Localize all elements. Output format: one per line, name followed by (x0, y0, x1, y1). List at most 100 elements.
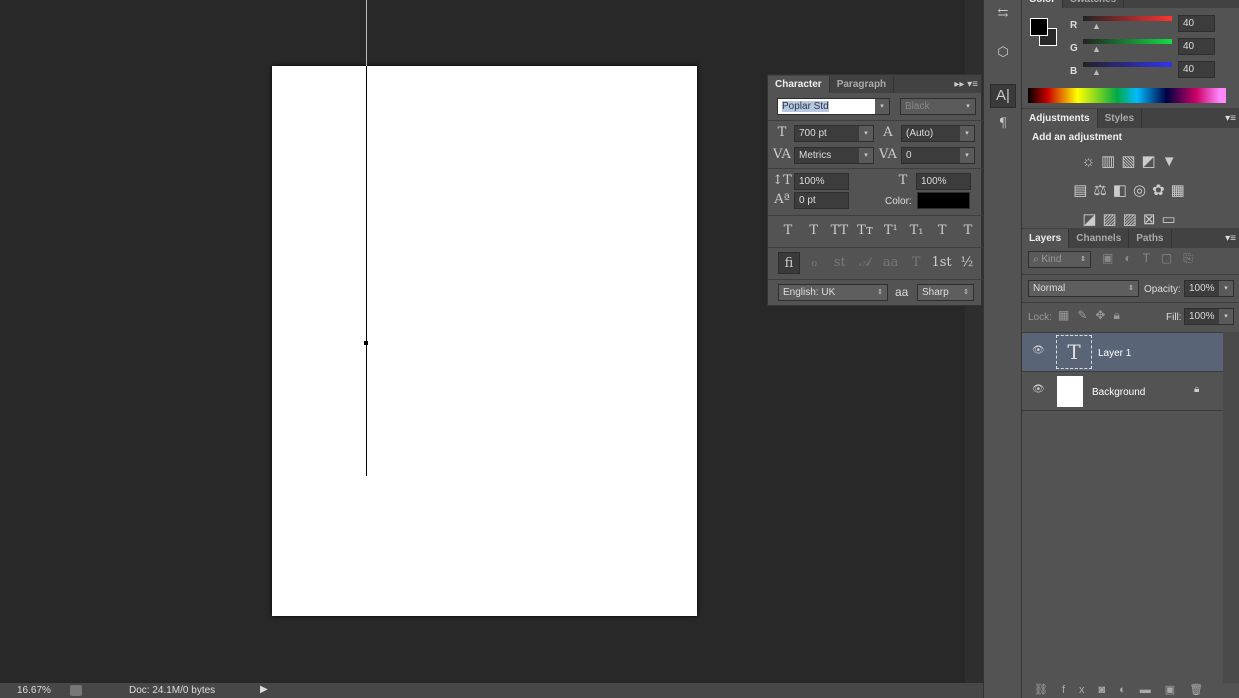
character-panel: Character Paragraph ▸▸ ▾≡ Poplar Std ▾ Bla… (767, 74, 983, 306)
adjustment-icons: ☼▥▧◩▼ ▤⚖◧◎✿▦ ◪▨▨⊠▭ (1073, 153, 1191, 228)
layer-name: Layer 1 (1098, 348, 1132, 359)
background-layer-thumbnail (1057, 376, 1083, 407)
vertical-scale-icon: ↕T (772, 173, 792, 188)
channel-label: R (1070, 20, 1078, 31)
channel-label: B (1070, 66, 1078, 77)
panel-menu-icon[interactable]: ▾≡ (1225, 229, 1236, 248)
font-family-field[interactable]: Poplar Std ▾ (777, 98, 890, 115)
tab-styles[interactable]: Styles (1098, 109, 1143, 128)
baseline-shift-field[interactable]: 0 pt (794, 192, 849, 209)
layer-row[interactable]: 👁︎ Background 🔒︎ (1022, 372, 1223, 411)
visibility-eye-icon[interactable]: 👁︎ (1032, 345, 1045, 356)
leading-field[interactable]: (Auto) ▾ (901, 125, 975, 142)
type-style-button[interactable]: T¹ (881, 223, 901, 238)
opentype-buttons: ﬁ ℴ st 𝒜aa T 1st ½ (778, 252, 978, 274)
opentype-button[interactable]: aa (880, 252, 902, 274)
opacity-field[interactable]: 100% ▾ (1184, 280, 1234, 297)
layer-row[interactable]: 👁︎ T Layer 1 (1022, 333, 1223, 372)
tracking-icon: VA (879, 147, 897, 162)
type-style-button[interactable]: T (804, 223, 824, 238)
panel-menu-icon[interactable]: ▾≡ (1225, 109, 1236, 128)
opentype-button[interactable]: ﬁ (778, 252, 800, 274)
foreground-color-swatch[interactable] (1030, 18, 1048, 36)
tab-swatches[interactable]: Swatches (1063, 0, 1125, 8)
opacity-label: Opacity: (1144, 284, 1181, 295)
color-spectrum[interactable] (1028, 88, 1226, 103)
opentype-button[interactable]: st (829, 252, 851, 274)
type-style-button[interactable]: T (958, 223, 978, 238)
lock-icon: 🔒︎ (1194, 384, 1200, 395)
kerning-field[interactable]: Metrics ▾ (794, 147, 874, 164)
tab-channels[interactable]: Channels (1069, 229, 1130, 248)
layers-footer-buttons[interactable]: ⛓fx◙◐▬▣🗑︎ (1022, 683, 1239, 698)
text-cursor (366, 66, 367, 476)
horizontal-scale-icon: T (898, 173, 908, 188)
doc-size: Doc: 24.1M/0 bytes (129, 685, 216, 696)
color-label: Color: (885, 196, 912, 207)
visibility-eye-icon[interactable]: 👁︎ (1032, 384, 1045, 395)
opentype-button[interactable]: ℴ (803, 252, 825, 274)
history-icon[interactable]: ⇆ (993, 6, 1013, 21)
status-bar: 16.67% Doc: 24.1M/0 bytes ▶ (0, 683, 1022, 698)
opentype-button[interactable]: ½ (956, 252, 978, 274)
text-cursor-guide (366, 0, 367, 66)
paragraph-icon[interactable]: ¶ (993, 116, 1013, 131)
type-style-button[interactable]: T (932, 223, 952, 238)
lock-icons[interactable]: ▦✎✥🔒︎ (1058, 308, 1128, 323)
kerning-icon: VA (773, 147, 791, 162)
channel-value-field[interactable]: 40 (1178, 15, 1215, 32)
tab-color[interactable]: Color (1022, 0, 1064, 8)
font-style-field[interactable]: Black ▾ (900, 98, 976, 115)
tracking-field[interactable]: 0 ▾ (901, 147, 975, 164)
vertical-scale-field[interactable]: 100% (794, 173, 849, 190)
adjustments-heading: Add an adjustment (1032, 132, 1123, 143)
font-size-field[interactable]: 700 pt ▾ (794, 125, 874, 142)
language-select[interactable]: English: UK ⇕ (778, 284, 888, 301)
fill-field[interactable]: 100% ▾ (1184, 308, 1234, 325)
type-style-button[interactable]: Tт (855, 223, 875, 238)
antialias-icon: aa (895, 285, 909, 299)
lock-label: Lock: (1028, 312, 1052, 323)
leading-icon: A (883, 125, 893, 140)
blend-mode-select[interactable]: Normal ⇕ (1028, 280, 1139, 297)
baseline-shift-icon: Aª (774, 192, 790, 207)
channel-value-field[interactable]: 40 (1178, 61, 1215, 78)
opentype-button[interactable]: 𝒜 (854, 252, 876, 274)
status-menu-arrow-icon[interactable]: ▶ (260, 684, 268, 695)
type-style-buttons: T T TT Tт T¹ T₁ T T (778, 223, 978, 238)
character-panel-button[interactable]: A| (990, 84, 1016, 108)
tab-layers[interactable]: Layers (1022, 229, 1070, 248)
slider-thumb[interactable]: ▲ (1092, 44, 1101, 54)
type-style-button[interactable]: T (778, 223, 798, 238)
filter-icons[interactable]: ▣◐T▢⎘ (1102, 251, 1204, 266)
tab-paragraph[interactable]: Paragraph (830, 76, 895, 93)
fill-label: Fill: (1166, 312, 1182, 323)
panel-dock: ⇆ ⬡ A| ¶ (983, 0, 1022, 698)
layers-scrollbar[interactable] (1223, 332, 1239, 683)
layer-filter-select[interactable]: ⌕ Kind ⇕ (1028, 251, 1091, 268)
panel-menu-icon[interactable]: ▸▸ ▾≡ (954, 76, 978, 93)
properties-3d-icon[interactable]: ⬡ (993, 45, 1013, 60)
font-size-icon: T (777, 125, 787, 140)
antialias-select[interactable]: Sharp ⇕ (917, 284, 974, 301)
right-panel-column: ColorSwatches R ▲ 40 G ▲ 40 B ▲ 40 Adjustm… (1022, 0, 1239, 698)
tab-paths[interactable]: Paths (1129, 229, 1172, 248)
tab-character[interactable]: Character (768, 76, 830, 93)
channel-value-field[interactable]: 40 (1178, 38, 1215, 55)
tab-adjustments[interactable]: Adjustments (1022, 109, 1098, 128)
type-style-button[interactable]: T₁ (907, 223, 927, 238)
text-color-swatch[interactable] (917, 192, 970, 209)
opentype-button[interactable]: T (905, 252, 927, 274)
layer-list: 👁︎ T Layer 1 👁︎ Background 🔒︎ (1022, 332, 1223, 683)
text-anchor (364, 341, 368, 345)
slider-thumb[interactable]: ▲ (1092, 67, 1101, 77)
zoom-level[interactable]: 16.67% (17, 685, 51, 696)
slider-thumb[interactable]: ▲ (1092, 21, 1101, 31)
layer-name: Background (1092, 387, 1146, 398)
opentype-button[interactable]: 1st (931, 252, 953, 274)
text-layer-thumbnail: T (1056, 335, 1092, 369)
status-icon[interactable] (70, 685, 82, 696)
type-style-button[interactable]: TT (829, 223, 849, 238)
horizontal-scale-field[interactable]: 100% (916, 173, 971, 190)
document-canvas[interactable] (272, 66, 697, 616)
